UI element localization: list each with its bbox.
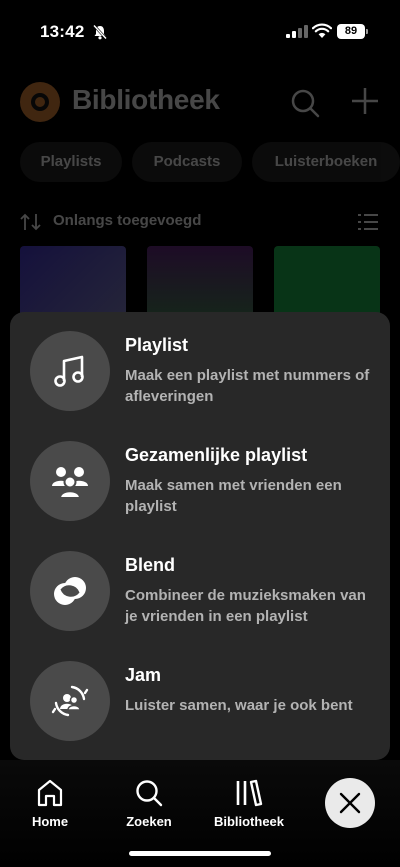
home-indicator[interactable] [129, 851, 271, 856]
chip-podcasts[interactable]: Podcasts [132, 142, 242, 182]
search-icon[interactable] [290, 88, 320, 118]
jam-icon [51, 685, 89, 717]
library-header: Bibliotheek [20, 80, 380, 124]
close-button[interactable] [325, 778, 375, 828]
nav-search[interactable]: Zoeken [104, 778, 194, 829]
filter-chips: Playlists Podcasts Luisterboeken [20, 142, 400, 182]
option-title: Jam [125, 665, 162, 685]
nav-label: Bibliotheek [213, 814, 285, 829]
battery-indicator: 89 [337, 24, 368, 39]
create-playlist-option[interactable]: Playlist Maak een playlist met nummers o… [30, 331, 370, 413]
library-icon [236, 779, 263, 807]
chip-luisterboeken[interactable]: Luisterboeken [252, 142, 400, 182]
close-icon [339, 792, 361, 814]
plus-icon[interactable] [350, 86, 380, 116]
option-title: Gezamenlijke playlist [125, 445, 308, 465]
list-view-icon[interactable] [358, 212, 378, 232]
chip-playlists[interactable]: Playlists [20, 142, 122, 182]
sort-label: Onlangs toegevoegd [53, 212, 202, 229]
option-description: Luister samen, waar je ook bent [125, 697, 353, 714]
music-note-icon [54, 355, 84, 387]
status-time: 13:42 [40, 22, 85, 41]
nav-label: Home [31, 814, 69, 829]
nav-home[interactable]: Home [5, 778, 95, 829]
option-title: Blend [125, 555, 176, 575]
create-menu-sheet: Playlist Maak een playlist met nummers o… [10, 312, 390, 760]
search-icon [136, 780, 163, 807]
sort-row[interactable]: Onlangs toegevoegd [20, 210, 380, 234]
people-icon [52, 467, 88, 499]
nav-label: Zoeken [126, 814, 172, 829]
option-description: Maak samen met vrienden een playlist [125, 477, 342, 515]
home-icon [37, 779, 63, 807]
nav-library[interactable]: Bibliotheek [204, 778, 294, 829]
create-collaborative-playlist-option[interactable]: Gezamenlijke playlist Maak samen met vri… [30, 441, 370, 523]
start-jam-option[interactable]: Jam Luister samen, waar je ook bent [30, 661, 370, 743]
page-title: Bibliotheek [72, 84, 220, 115]
option-description: Maak een playlist met nummers of aflever… [125, 367, 370, 405]
status-bar: 13:42 89 [0, 0, 400, 60]
create-blend-option[interactable]: Blend Combineer de muzieksmaken van je v… [30, 551, 370, 633]
cellular-signal-icon [286, 25, 308, 38]
avatar[interactable] [20, 82, 60, 122]
option-description: Combineer de muzieksmaken van je vriende… [125, 587, 366, 625]
wifi-icon [312, 23, 332, 38]
blend-icon [54, 577, 86, 605]
sort-icon [20, 213, 41, 231]
bell-muted-icon [93, 24, 107, 40]
option-title: Playlist [125, 335, 189, 355]
